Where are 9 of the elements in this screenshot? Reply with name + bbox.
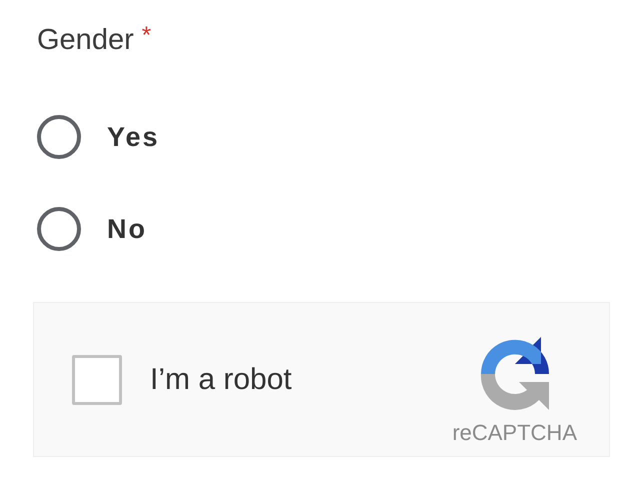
radio-button[interactable] bbox=[37, 207, 81, 251]
option-label: Yes bbox=[107, 122, 160, 152]
captcha-checkbox[interactable] bbox=[72, 354, 122, 404]
captcha-brand: reCAPTCHA bbox=[452, 420, 577, 446]
option-label: No bbox=[107, 214, 147, 244]
captcha-label: I’m a robot bbox=[150, 362, 293, 396]
question-label: Gender bbox=[37, 24, 134, 57]
radio-button[interactable] bbox=[37, 115, 81, 159]
required-mark: * bbox=[142, 24, 152, 48]
